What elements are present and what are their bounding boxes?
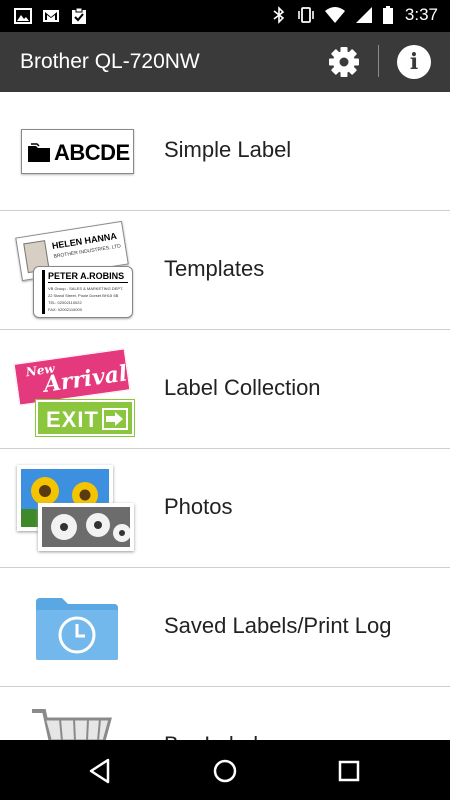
app-title: Brother QL-720NW [20,50,200,73]
menu-item-label: Simple Label [164,137,292,162]
new-arrival-label: New Arrival [13,348,131,406]
app-bar-divider [378,45,379,77]
menu-item-simple-label[interactable]: ABCDE Simple Label [0,92,450,211]
recents-square-icon [338,760,360,782]
label-collection-thumbnail: New Arrival EXIT [13,340,138,438]
exit-label: EXIT [35,399,135,437]
simple-label-sample-text: ABCDE [54,140,130,165]
recents-button[interactable] [332,754,366,788]
folder-icon [28,143,50,162]
menu-item-label: Templates [164,256,265,281]
info-button[interactable]: i [397,45,431,79]
image-icon [14,8,32,24]
info-icon: i [409,49,419,75]
templates-thumbnail: HELEN HANNA BROTHER INDUSTRIES, LTD PETE… [14,220,138,319]
bluetooth-icon [273,6,285,24]
back-triangle-icon [89,758,110,784]
home-button[interactable] [208,754,242,788]
daisy-photo [38,503,134,551]
exit-arrow-icon [102,408,128,430]
menu-item-templates[interactable]: HELEN HANNA BROTHER INDUSTRIES, LTD PETE… [0,211,450,330]
menu-item-label: Label Collection [164,375,321,400]
home-circle-icon [213,759,237,783]
navigation-bar [0,740,450,800]
gear-icon [329,47,359,77]
menu-item-bar-labels[interactable]: Bar Labels [0,687,450,740]
folder-clock-icon [36,598,118,660]
bar-labels-thumbnail [14,697,138,740]
vibrate-icon [298,7,314,23]
menu-item-label: Bar Labels [164,732,269,740]
status-bar: 3:37 [0,0,450,32]
cellular-signal-icon [355,7,372,23]
saved-labels-thumbnail [14,578,138,676]
app-bar: Brother QL-720NW i [0,32,450,92]
menu-item-label-collection[interactable]: New Arrival EXIT Label Collection [0,330,450,449]
menu-list: ABCDE Simple Label HELEN HANNA BROTHER I… [0,92,450,740]
simple-label-thumbnail: ABCDE [14,102,138,200]
menu-item-photos[interactable]: Photos [0,449,450,568]
menu-item-label: Saved Labels/Print Log [164,613,392,638]
shopping-cart-icon [32,709,112,740]
wifi-icon [324,7,345,23]
gmail-icon [43,10,59,22]
photos-thumbnail [14,459,138,557]
settings-button[interactable] [326,44,362,80]
clock: 3:37 [404,5,438,24]
menu-item-label: Photos [164,494,233,519]
menu-item-saved-labels[interactable]: Saved Labels/Print Log [0,568,450,687]
clipboard-check-icon [72,7,86,24]
back-button[interactable] [83,754,117,788]
battery-icon [382,6,393,24]
